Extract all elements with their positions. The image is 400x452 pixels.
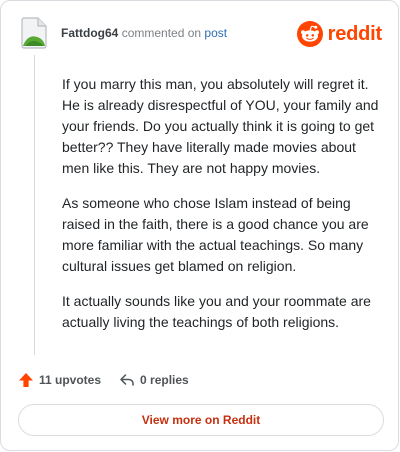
reply-count: 0 replies bbox=[140, 373, 189, 387]
reddit-logo-icon bbox=[296, 21, 323, 47]
reddit-wordmark: reddit bbox=[327, 22, 383, 45]
comment-paragraph: As someone who chose Islam instead of be… bbox=[62, 195, 369, 274]
post-link[interactable]: post bbox=[204, 26, 227, 40]
comment-body: If you marry this man, you absolutely wi… bbox=[62, 74, 384, 333]
avatar-placeholder-icon bbox=[21, 17, 47, 49]
avatar[interactable] bbox=[21, 17, 47, 49]
reddit-brand[interactable]: reddit bbox=[296, 20, 383, 48]
upvote-count: 11 upvotes bbox=[39, 373, 102, 387]
upvote-button[interactable]: 11 upvotes bbox=[18, 372, 101, 388]
reply-button[interactable]: 0 replies bbox=[119, 372, 189, 388]
reddit-comment-card: Fattdog64 commented on post reddit If yo… bbox=[0, 0, 399, 451]
comment-paragraph: It actually sounds like you and your roo… bbox=[62, 293, 371, 330]
comment-header: Fattdog64 commented on post reddit bbox=[21, 17, 382, 51]
reply-arrow-icon bbox=[120, 374, 134, 386]
comment-footer: 11 upvotes 0 replies bbox=[18, 369, 207, 391]
view-more-on-reddit-button[interactable]: View more on Reddit bbox=[18, 404, 384, 436]
author-name[interactable]: Fattdog64 bbox=[61, 26, 118, 40]
comment-paragraph: If you marry this man, you absolutely wi… bbox=[62, 76, 379, 176]
upvote-arrow-icon bbox=[19, 373, 33, 387]
thread-line bbox=[34, 55, 35, 355]
action-text: commented on bbox=[121, 26, 202, 40]
comment-byline: Fattdog64 commented on post bbox=[61, 26, 227, 40]
